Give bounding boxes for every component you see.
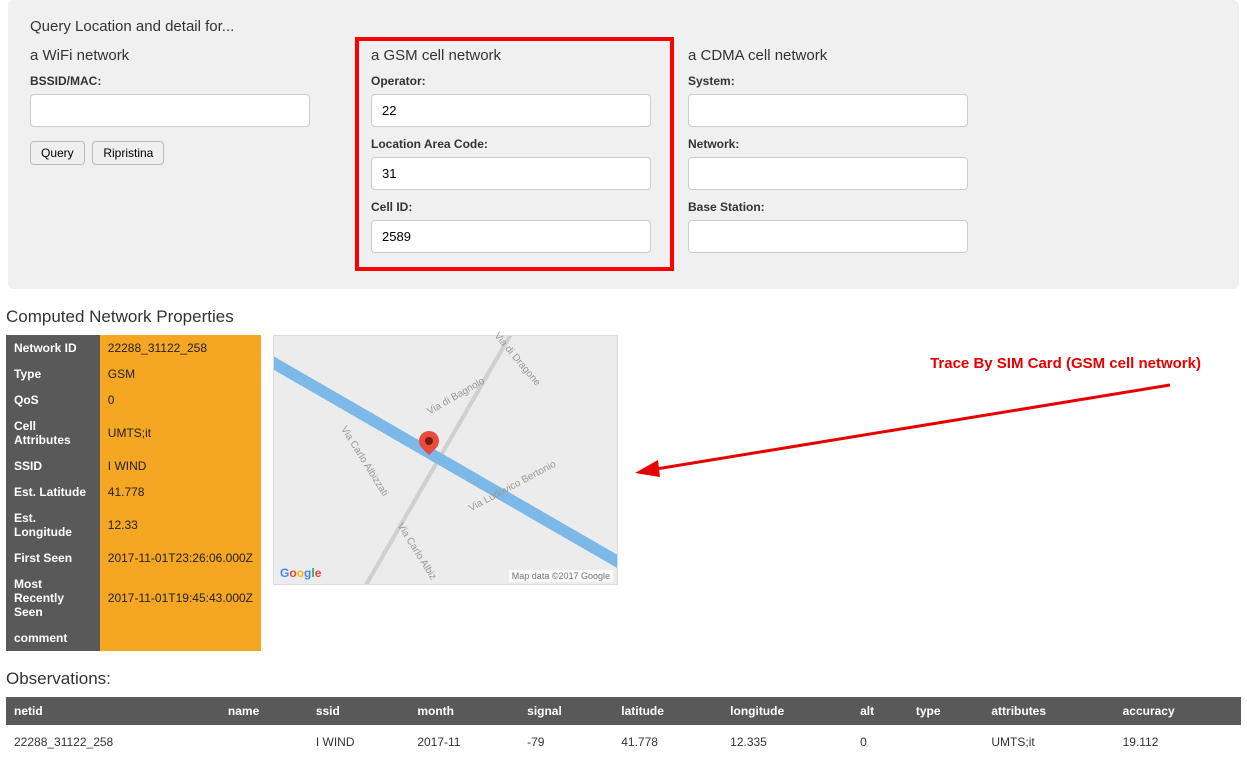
properties-title: Computed Network Properties <box>6 307 1237 327</box>
map-pin-icon <box>415 427 443 455</box>
col-name[interactable]: name <box>220 697 308 725</box>
properties-table: Network ID22288_31122_258 TypeGSM QoS0 C… <box>6 335 261 651</box>
cellid-input[interactable] <box>371 220 651 253</box>
observations-table: netid name ssid month signal latitude lo… <box>6 697 1241 759</box>
cellid-label: Cell ID: <box>371 200 658 214</box>
col-longitude[interactable]: longitude <box>722 697 852 725</box>
prop-row-ssid: SSIDI WIND <box>6 453 261 479</box>
operator-input[interactable] <box>371 94 651 127</box>
street-label: Via di Bagnolo <box>426 376 487 418</box>
street-label: Via di Dragone <box>492 331 543 389</box>
gsm-heading: a GSM cell network <box>371 47 658 64</box>
prop-row-mostrecent: Most Recently Seen2017-11-01T19:45:43.00… <box>6 571 261 625</box>
cdma-column: a CDMA cell network System: Network: Bas… <box>688 47 999 267</box>
annotation-arrow-icon <box>630 375 1190 495</box>
street-label: Via Ludovico Bertonio <box>467 459 558 514</box>
cell-longitude: 12.335 <box>722 725 852 759</box>
network-input[interactable] <box>688 157 968 190</box>
base-label: Base Station: <box>688 200 999 214</box>
street-label: Via Carlo Albiz <box>395 521 439 582</box>
cell-name <box>220 725 308 759</box>
col-netid[interactable]: netid <box>6 697 220 725</box>
cell-type <box>908 725 984 759</box>
query-button[interactable]: Query <box>30 141 85 165</box>
network-label: Network: <box>688 137 999 151</box>
system-input[interactable] <box>688 94 968 127</box>
col-signal[interactable]: signal <box>519 697 613 725</box>
prop-row-qos: QoS0 <box>6 387 261 413</box>
gsm-column: a GSM cell network Operator: Location Ar… <box>359 47 670 267</box>
observation-row[interactable]: 22288_31122_258 I WIND 2017-11 -79 41.77… <box>6 725 1241 759</box>
col-accuracy[interactable]: accuracy <box>1115 697 1241 725</box>
query-panel: Query Location and detail for... a WiFi … <box>8 0 1239 289</box>
prop-row-cellattr: Cell AttributesUMTS;it <box>6 413 261 453</box>
prop-row-comment: comment <box>6 625 261 651</box>
cell-signal: -79 <box>519 725 613 759</box>
observations-header-row: netid name ssid month signal latitude lo… <box>6 697 1241 725</box>
prop-row-lat: Est. Latitude41.778 <box>6 479 261 505</box>
col-ssid[interactable]: ssid <box>308 697 410 725</box>
bssid-label: BSSID/MAC: <box>30 74 341 88</box>
cdma-heading: a CDMA cell network <box>688 47 999 64</box>
lac-input[interactable] <box>371 157 651 190</box>
observations-title: Observations: <box>6 669 1237 689</box>
col-attributes[interactable]: attributes <box>983 697 1114 725</box>
cell-month: 2017-11 <box>409 725 519 759</box>
cell-latitude: 41.778 <box>613 725 722 759</box>
map-attribution: Map data ©2017 Google <box>509 570 613 582</box>
cell-accuracy: 19.112 <box>1115 725 1241 759</box>
lac-label: Location Area Code: <box>371 137 658 151</box>
panel-title: Query Location and detail for... <box>30 18 1217 35</box>
google-logo: Google <box>280 566 321 580</box>
operator-label: Operator: <box>371 74 658 88</box>
cell-ssid: I WIND <box>308 725 410 759</box>
prop-row-firstseen: First Seen2017-11-01T23:26:06.000Z <box>6 545 261 571</box>
wifi-heading: a WiFi network <box>30 47 341 64</box>
base-input[interactable] <box>688 220 968 253</box>
wifi-column: a WiFi network BSSID/MAC: Query Ripristi… <box>30 47 341 267</box>
col-type[interactable]: type <box>908 697 984 725</box>
annotation-text: Trace By SIM Card (GSM cell network) <box>930 355 1201 372</box>
bssid-input[interactable] <box>30 94 310 127</box>
gsm-highlight-box: a GSM cell network Operator: Location Ar… <box>355 37 674 271</box>
cell-alt: 0 <box>852 725 908 759</box>
street-label: Via Carlo Albizzati <box>338 424 390 498</box>
map[interactable]: Via di Dragone Via di Bagnolo Via Ludovi… <box>273 335 618 585</box>
col-latitude[interactable]: latitude <box>613 697 722 725</box>
prop-row-lon: Est. Longitude12.33 <box>6 505 261 545</box>
col-month[interactable]: month <box>409 697 519 725</box>
col-alt[interactable]: alt <box>852 697 908 725</box>
prop-row-networkid: Network ID22288_31122_258 <box>6 335 261 361</box>
prop-row-type: TypeGSM <box>6 361 261 387</box>
system-label: System: <box>688 74 999 88</box>
cell-netid: 22288_31122_258 <box>6 725 220 759</box>
reset-button[interactable]: Ripristina <box>92 141 164 165</box>
cell-attributes: UMTS;it <box>983 725 1114 759</box>
